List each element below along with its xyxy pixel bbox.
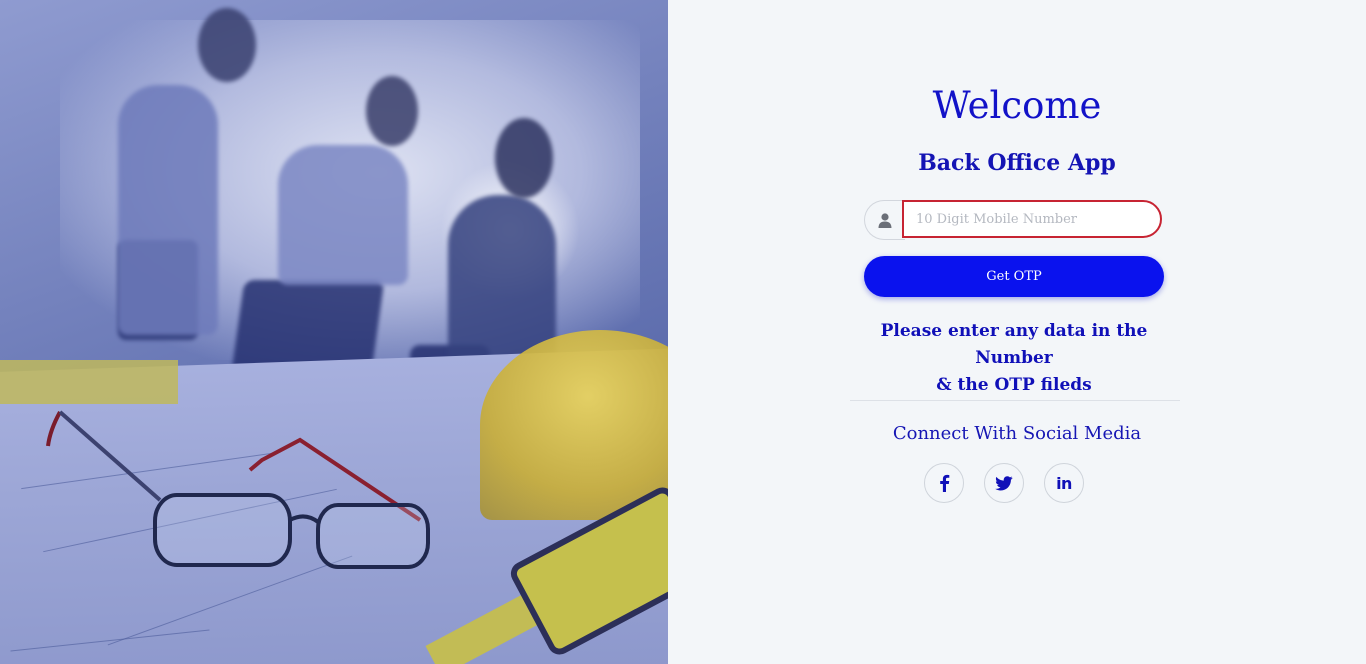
facebook-button[interactable] <box>924 463 964 503</box>
get-otp-button[interactable]: Get OTP <box>864 256 1164 297</box>
user-icon <box>864 200 905 240</box>
social-title: Connect With Social Media <box>892 423 1142 444</box>
hint-text: Please enter any data in the Number & th… <box>842 318 1186 399</box>
mobile-field-group <box>864 200 1164 240</box>
hint-line-2: & the OTP fileds <box>936 375 1092 395</box>
linkedin-button[interactable]: in <box>1044 463 1084 503</box>
page-title: Welcome <box>932 84 1102 127</box>
hero-photo <box>0 0 668 664</box>
twitter-icon <box>995 475 1013 490</box>
hint-line-1: Please enter any data in the Number <box>880 321 1148 368</box>
login-panel: Welcome Back Office App Get OTP Please e… <box>668 0 1366 664</box>
facebook-icon <box>940 474 950 492</box>
twitter-button[interactable] <box>984 463 1024 503</box>
social-links: in <box>924 463 1104 505</box>
app-subtitle: Back Office App <box>918 150 1116 176</box>
hero-glasses-icon <box>46 410 430 569</box>
mobile-number-input[interactable] <box>902 200 1162 238</box>
login-page: Welcome Back Office App Get OTP Please e… <box>0 0 1366 664</box>
linkedin-icon: in <box>1056 473 1072 493</box>
divider <box>850 400 1180 401</box>
